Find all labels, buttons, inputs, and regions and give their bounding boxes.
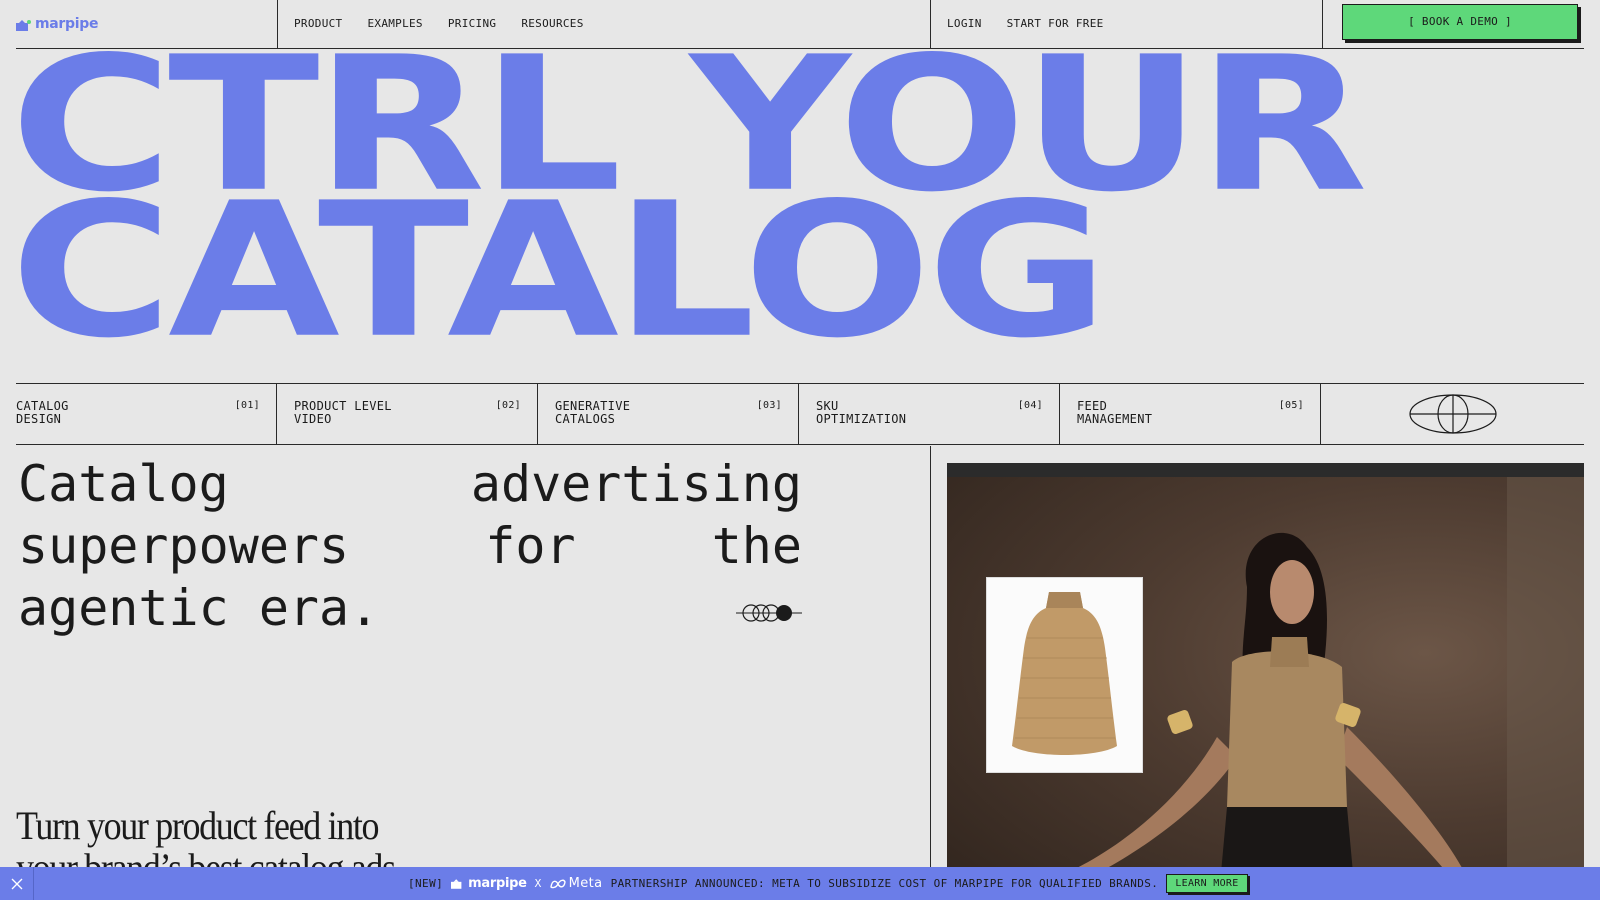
tab-label: PRODUCT LEVEL VIDEO <box>294 399 392 426</box>
meta-text: Meta <box>568 876 603 891</box>
close-icon <box>11 878 22 889</box>
tab-catalog-design[interactable]: CATALOG DESIGN [01] <box>16 384 277 444</box>
tab-label: GENERATIVE CATALOGS <box>555 399 631 426</box>
globe-cell <box>1321 384 1584 444</box>
hero-headline: CTRL YOUR CATALOG <box>10 32 1600 379</box>
banner-message: PARTNERSHIP ANNOUNCED: META TO SUBSIDIZE… <box>610 877 1159 890</box>
tab-number: [03] <box>756 400 782 411</box>
feature-tabs: CATALOG DESIGN [01] PRODUCT LEVEL VIDEO … <box>16 383 1584 445</box>
hero-video[interactable] <box>947 463 1584 900</box>
dots-icon <box>736 603 802 627</box>
tab-number: [01] <box>234 400 260 411</box>
tab-number: [04] <box>1017 400 1043 411</box>
banner-meta-logo: Meta <box>549 876 603 891</box>
learn-more-button[interactable]: LEARN MORE <box>1166 874 1248 893</box>
close-banner-button[interactable] <box>0 867 34 900</box>
content-divider <box>930 446 931 900</box>
banner-logo-text: marpipe <box>468 876 527 891</box>
globe-icon <box>1408 394 1497 434</box>
marpipe-logo-icon <box>451 878 462 889</box>
new-tag: [NEW] <box>408 877 444 890</box>
tab-label: CATALOG DESIGN <box>16 399 69 426</box>
hero-line-2: CATALOG <box>10 162 1109 379</box>
announcement-banner: [NEW] marpipe X Meta PARTNERSHIP ANNOUNC… <box>0 867 1600 900</box>
tab-generative-catalogs[interactable]: GENERATIVE CATALOGS [03] <box>538 384 799 444</box>
banner-x: X <box>534 877 542 890</box>
banner-content: [NEW] marpipe X Meta PARTNERSHIP ANNOUNC… <box>408 867 1248 900</box>
tab-label: FEED MANAGEMENT <box>1077 399 1153 426</box>
product-thumbnail[interactable] <box>986 577 1143 773</box>
banner-marpipe-logo: marpipe <box>451 876 527 891</box>
meta-icon <box>549 879 566 888</box>
tab-number: [05] <box>1278 400 1304 411</box>
tab-label: SKU OPTIMIZATION <box>816 399 907 426</box>
tab-product-level-video[interactable]: PRODUCT LEVEL VIDEO [02] <box>277 384 538 444</box>
tab-number: [02] <box>495 400 521 411</box>
sleeveless-top-image <box>1012 592 1117 755</box>
book-demo-button[interactable]: [ BOOK A DEMO ] <box>1342 4 1578 40</box>
tagline: Catalog advertising superpowers for the … <box>18 455 802 637</box>
tab-feed-management[interactable]: FEED MANAGEMENT [05] <box>1060 384 1321 444</box>
tab-sku-optimization[interactable]: SKU OPTIMIZATION [04] <box>799 384 1060 444</box>
